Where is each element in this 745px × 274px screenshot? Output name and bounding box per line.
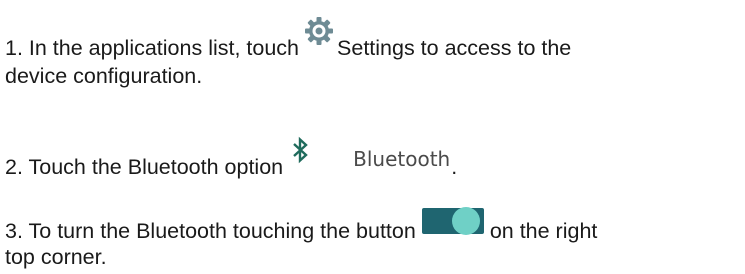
step-3-text-after: on the right [489,219,598,243]
bluetooth-option-label: Bluetooth [353,147,451,171]
toggle-knob [451,207,480,235]
settings-gear-icon [303,17,334,55]
step-2-period: . [451,155,458,179]
step-1-text-before: 1. In the applications list, touch [5,36,300,60]
step-3-text-before: 3. To turn the Bluetooth touching the bu… [5,219,416,243]
step-2-line: 2. Touch the Bluetooth option Bluetooth. [5,136,458,181]
instruction-document: 1. In the applications list, touch Setti… [0,0,745,274]
step-1-line-2: device configuration. [5,64,203,88]
step-1-text-after: Settings to access to the [337,36,572,60]
step-2-text-before: 2. Touch the Bluetooth option [5,155,284,179]
step-3-line-2: top corner. [5,245,107,269]
bluetooth-icon [291,136,313,174]
step-3-line-1: 3. To turn the Bluetooth touching the bu… [5,207,598,245]
step-1-line-1: 1. In the applications list, touch Setti… [5,17,572,62]
toggle-switch-on-icon [421,207,484,238]
